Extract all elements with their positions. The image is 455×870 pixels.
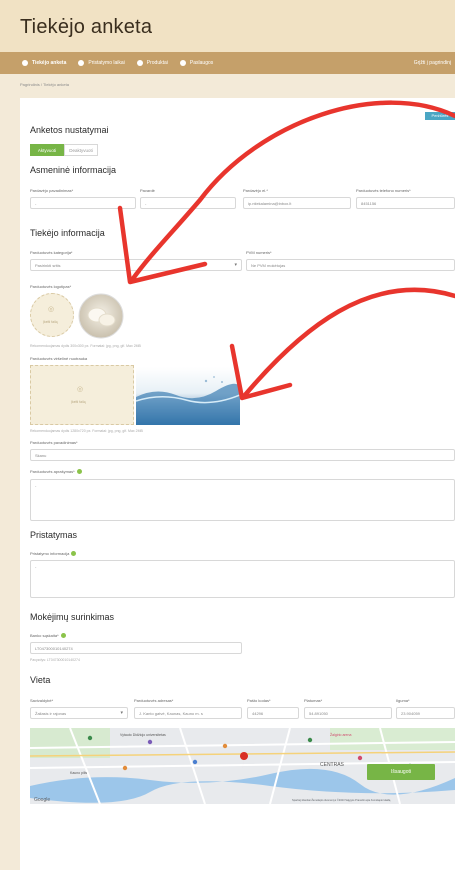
annotation-arrow-1 (129, 100, 455, 283)
annotation-overlay (117, 100, 455, 401)
annotation-arrow-2 (242, 287, 455, 398)
